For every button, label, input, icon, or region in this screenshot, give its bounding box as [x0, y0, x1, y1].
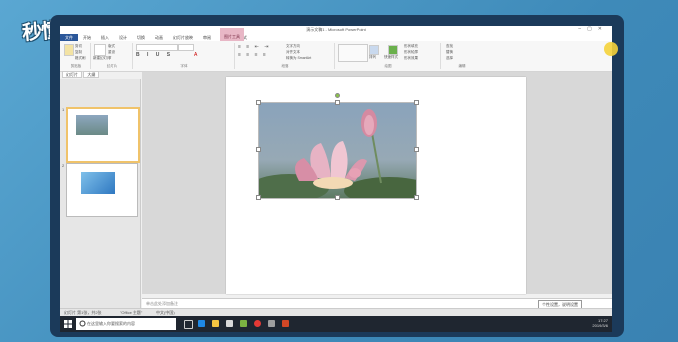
- cursor-highlight: [604, 42, 618, 56]
- shapes-gallery[interactable]: [338, 44, 368, 62]
- slide-thumbnail-1[interactable]: [66, 107, 140, 163]
- resize-handle[interactable]: [335, 100, 340, 105]
- text-direction-button[interactable]: 文字方向: [286, 44, 300, 49]
- slides-group-label: 幻灯片: [106, 64, 118, 68]
- find-button[interactable]: 查找: [446, 44, 453, 49]
- copy-button[interactable]: 复制: [75, 50, 82, 55]
- paragraph-group: ≡ ≡ ⇤ ⇥ ≡ ≡ ≡ ≡ 文字方向 对齐文本 转换为 SmartArt 段…: [236, 43, 335, 69]
- slide-thumbnail-pane: 1 2: [60, 79, 141, 319]
- new-slide-icon[interactable]: [94, 44, 106, 56]
- slide-thumbnail-2[interactable]: [66, 163, 138, 217]
- powerpoint-icon[interactable]: [282, 320, 289, 327]
- quick-styles-icon[interactable]: [388, 45, 398, 55]
- resize-handle[interactable]: [414, 100, 419, 105]
- layout-button[interactable]: 版式: [108, 44, 115, 49]
- store-icon[interactable]: [226, 320, 233, 327]
- lotus-photo[interactable]: [258, 102, 417, 199]
- list-icons[interactable]: ≡ ≡ ⇤ ⇥: [238, 44, 270, 50]
- drawing-group: 排列 快速样式 形状填充 形状轮廓 形状效果 绘图: [336, 43, 441, 69]
- slide-canvas[interactable]: [226, 77, 526, 294]
- select-button[interactable]: 选择: [446, 56, 453, 61]
- align-text-button[interactable]: 对齐文本: [286, 50, 300, 55]
- picture-tools-context-tab[interactable]: 图片工具: [220, 28, 244, 41]
- resize-handle[interactable]: [414, 147, 419, 152]
- paste-icon[interactable]: [64, 44, 74, 56]
- font-size-select[interactable]: [178, 44, 194, 51]
- paragraph-group-label: 段落: [281, 64, 289, 68]
- windows-taskbar: 在这里输入你要搜索的内容 17:27 2019/3/6: [60, 316, 612, 332]
- resize-handle[interactable]: [256, 100, 261, 105]
- resize-handle[interactable]: [256, 195, 261, 200]
- file-explorer-icon[interactable]: [212, 320, 219, 327]
- tab-slides-pane[interactable]: 幻灯片: [62, 71, 82, 78]
- rotate-handle[interactable]: [335, 93, 340, 98]
- quick-styles-button[interactable]: 快速样式: [384, 55, 398, 60]
- resize-handle[interactable]: [256, 147, 261, 152]
- ribbon-home: 剪切 复制 格式刷 剪贴板 新建幻灯片 版式 重设 节 幻灯片 B I U S …: [60, 41, 612, 72]
- reset-button[interactable]: 重设: [108, 50, 115, 55]
- section-button[interactable]: 节: [108, 56, 112, 61]
- slide-editor-area: [142, 72, 612, 294]
- font-group-label: 字体: [180, 64, 188, 68]
- app-icon[interactable]: [268, 320, 275, 327]
- taskbar-clock[interactable]: 17:27 2019/3/6: [592, 318, 608, 328]
- editing-group: 查找 替换 选择 编辑: [442, 43, 482, 69]
- slide-number: 1: [62, 107, 65, 112]
- shape-effects-button[interactable]: 形状效果: [404, 56, 418, 61]
- arrange-button[interactable]: 排列: [369, 55, 376, 60]
- drawing-group-label: 绘图: [384, 64, 392, 68]
- convert-smartart-button[interactable]: 转换为 SmartArt: [286, 56, 311, 61]
- slides-group: 新建幻灯片 版式 重设 节 幻灯片: [92, 43, 133, 69]
- app-icon[interactable]: [240, 320, 247, 327]
- font-group: B I U S A 字体: [134, 43, 235, 69]
- browser-icon[interactable]: [254, 320, 261, 327]
- slide-number: 2: [62, 163, 65, 168]
- resize-handle[interactable]: [335, 195, 340, 200]
- pane-tabs: 幻灯片 大纲: [62, 71, 138, 78]
- font-color-icon[interactable]: A: [194, 52, 197, 58]
- taskbar-search-box[interactable]: 在这里输入你要搜索的内容: [76, 318, 176, 330]
- format-painter-button[interactable]: 格式刷: [75, 56, 86, 61]
- notes-placeholder: 单击此处添加备注: [146, 301, 178, 306]
- windows-start-icon[interactable]: [64, 320, 72, 328]
- clipboard-group-label: 剪贴板: [70, 64, 82, 68]
- taskbar-search-placeholder: 在这里输入你要搜索的内容: [87, 321, 135, 326]
- edge-icon[interactable]: [198, 320, 205, 327]
- powerpoint-window: 演示文稿1 - Microsoft PowerPoint –▢✕ 文件 开始 插入设…: [60, 26, 612, 332]
- lotus-thumbnail-image: [76, 115, 108, 135]
- cut-button[interactable]: 剪切: [75, 44, 82, 49]
- clipboard-group: 剪切 复制 格式刷 剪贴板: [62, 43, 91, 69]
- shape-outline-button[interactable]: 形状轮廓: [404, 50, 418, 55]
- font-name-select[interactable]: [136, 44, 178, 51]
- replace-button[interactable]: 替换: [446, 50, 453, 55]
- resize-handle[interactable]: [414, 195, 419, 200]
- ribbon-tabs: 文件开始插入设计切换动画幻灯片放映审阅视图格式 图片工具: [60, 28, 612, 42]
- arrange-icon[interactable]: [369, 45, 379, 55]
- task-view-icon[interactable]: [184, 320, 193, 329]
- shape-fill-button[interactable]: 形状填充: [404, 44, 418, 49]
- search-icon: [79, 320, 86, 327]
- clock-date: 2019/3/6: [592, 323, 608, 328]
- window-controls[interactable]: –▢✕: [578, 26, 608, 32]
- sky-thumbnail-image: [81, 172, 115, 194]
- tab-outline-pane[interactable]: 大纲: [83, 71, 100, 78]
- font-style-buttons[interactable]: B I U S: [136, 52, 173, 58]
- align-icons[interactable]: ≡ ≡ ≡ ≡: [238, 52, 268, 58]
- lotus-image: [259, 103, 416, 198]
- window-title: 演示文稿1 - Microsoft PowerPoint: [306, 27, 366, 32]
- editing-group-label: 编辑: [458, 64, 466, 68]
